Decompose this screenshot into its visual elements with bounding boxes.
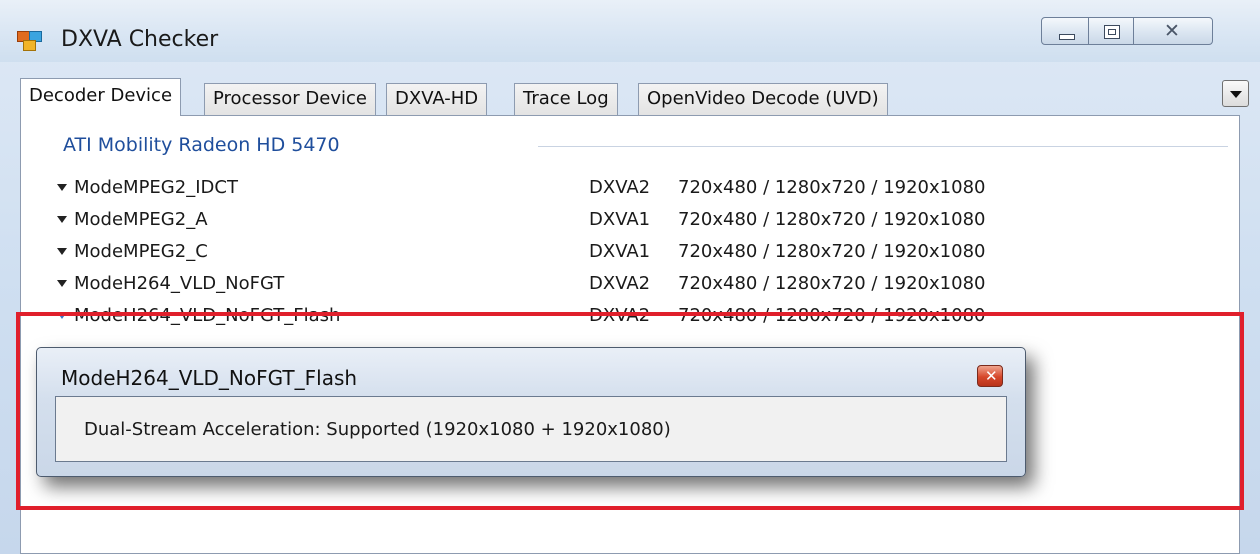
decoder-name: ModeH264_VLD_NoFGT [74,273,285,294]
decoder-row[interactable]: ModeMPEG2_C DXVA1 720x480 / 1280x720 / 1… [33,237,1193,269]
close-button[interactable]: ✕ [1133,17,1213,45]
dxva-checker-window: DXVA Checker ✕ Decoder Device Processor … [0,0,1260,554]
expand-arrow-icon[interactable] [57,280,67,287]
window-title: DXVA Checker [61,27,219,52]
restore-icon [1104,25,1120,39]
minimize-button[interactable] [1041,17,1089,45]
tab-processor-device[interactable]: Processor Device [204,83,376,115]
decoder-resolutions: 720x480 / 1280x720 / 1920x1080 [678,177,986,198]
minimize-icon [1059,34,1075,40]
maximize-button[interactable] [1088,17,1134,45]
tab-trace-log[interactable]: Trace Log [514,83,618,115]
chevron-down-icon [1230,91,1242,98]
device-group-header[interactable]: ATI Mobility Radeon HD 5470 [63,134,340,156]
tab-openvideo-decode[interactable]: OpenVideo Decode (UVD) [638,83,888,115]
decoder-name: ModeMPEG2_A [74,209,208,230]
decoder-api: DXVA2 [589,273,651,294]
decoder-api: DXVA1 [589,209,651,230]
decoder-resolutions: 720x480 / 1280x720 / 1920x1080 [678,209,986,230]
expand-arrow-icon[interactable] [57,248,67,255]
app-icon [17,29,43,51]
expand-arrow-icon[interactable] [57,184,67,191]
tab-dxva-hd[interactable]: DXVA-HD [386,83,488,115]
highlight-frame [16,312,1244,510]
title-bar[interactable]: DXVA Checker ✕ [0,0,1260,62]
decoder-name: ModeMPEG2_C [74,241,208,262]
expand-arrow-icon[interactable] [57,216,67,223]
close-icon: ✕ [1164,20,1180,42]
tab-menu-dropdown-button[interactable] [1222,80,1249,107]
tab-decoder-device[interactable]: Decoder Device [20,78,182,116]
decoder-resolutions: 720x480 / 1280x720 / 1920x1080 [678,241,986,262]
decoder-row[interactable]: ModeMPEG2_A DXVA1 720x480 / 1280x720 / 1… [33,205,1193,237]
decoder-row[interactable]: ModeH264_VLD_NoFGT DXVA2 720x480 / 1280x… [33,269,1193,301]
decoder-api: DXVA1 [589,241,651,262]
group-divider [538,146,1228,147]
decoder-resolutions: 720x480 / 1280x720 / 1920x1080 [678,273,986,294]
tab-strip: Decoder Device Processor Device DXVA-HD … [20,78,1249,116]
decoder-row[interactable]: ModeMPEG2_IDCT DXVA2 720x480 / 1280x720 … [33,173,1193,205]
decoder-name: ModeMPEG2_IDCT [74,177,238,198]
decoder-api: DXVA2 [589,177,651,198]
